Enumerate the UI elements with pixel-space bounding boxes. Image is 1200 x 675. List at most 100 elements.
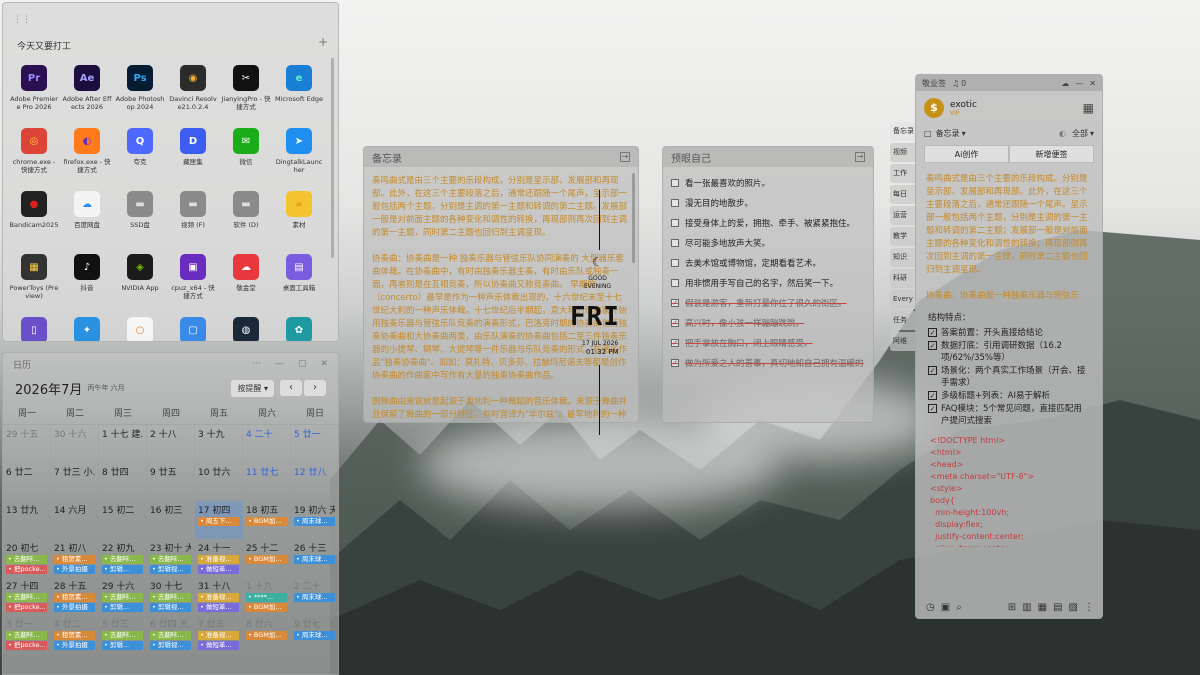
- side-tab[interactable]: 科研: [890, 269, 916, 288]
- side-tab[interactable]: 工作: [890, 164, 916, 183]
- avatar[interactable]: $: [924, 98, 944, 118]
- side-tab[interactable]: 任务: [890, 311, 916, 330]
- close-icon[interactable]: ✕: [320, 359, 328, 369]
- side-tab[interactable]: 每日: [890, 185, 916, 204]
- calendar-event[interactable]: • 做短革...: [198, 565, 239, 574]
- todo-item[interactable]: ✓ 高兴时，像小孩一样蹦蹦跳跳。: [671, 313, 865, 333]
- expand-icon[interactable]: →: [855, 152, 865, 162]
- calendar-event[interactable]: • 把pocke...: [6, 641, 47, 650]
- calendar-event[interactable]: • 剪辑...: [102, 603, 143, 612]
- calendar-event[interactable]: • 去翻咔...: [150, 593, 191, 602]
- app-shortcut[interactable]: ♪ 抖音: [62, 254, 112, 309]
- calendar-event[interactable]: • BGM加...: [246, 631, 287, 640]
- calendar-day-cell[interactable]: 16 初三: [147, 501, 195, 539]
- calendar-event[interactable]: • 剪辑...: [102, 565, 143, 574]
- todo-item[interactable]: 去美术馆或博物馆，定期看看艺术。: [671, 253, 865, 273]
- calendar-day-cell[interactable]: 9 廿七 • 周末球...: [291, 615, 338, 653]
- launcher-handle-icon[interactable]: ⋮⋮: [13, 15, 31, 25]
- calendar-event[interactable]: • 剪辑视...: [150, 603, 191, 612]
- calendar-event[interactable]: • 做短革...: [198, 641, 239, 650]
- calendar-day-cell[interactable]: 4 二十: [243, 425, 291, 463]
- calendar-event[interactable]: • BGM加...: [246, 555, 287, 564]
- calendar-event[interactable]: • 去翻咔...: [6, 631, 47, 640]
- calendar-day-cell[interactable]: 23 初十 大...• 去翻咔...• 剪辑视...: [147, 539, 195, 577]
- side-tab[interactable]: 备忘录: [890, 122, 916, 141]
- app-shortcut[interactable]: ▯: [9, 317, 59, 341]
- side-tab[interactable]: 阿维: [890, 332, 916, 351]
- calendar-event[interactable]: • BGM加...: [246, 517, 287, 526]
- week-icon[interactable]: ▥: [1022, 602, 1031, 613]
- more-icon[interactable]: ⋮: [1084, 602, 1094, 613]
- calendar-event[interactable]: • 去翻咔...: [150, 555, 191, 564]
- more-icon[interactable]: ···: [252, 359, 261, 369]
- todo-item[interactable]: 看一张最喜欢的照片。: [671, 173, 865, 193]
- calendar-day-cell[interactable]: 7 廿三 小...: [51, 463, 99, 501]
- calendar-icon[interactable]: ▦: [1083, 101, 1094, 115]
- calendar-event[interactable]: • 租贺素...: [54, 631, 95, 640]
- lock-icon[interactable]: ▤: [1053, 602, 1062, 613]
- app-shortcut[interactable]: ● Bandicam2025: [9, 191, 59, 246]
- calendar-day-cell[interactable]: 5 廿三 • 去翻咔... • 剪辑...: [99, 615, 147, 653]
- add-group-icon[interactable]: +: [318, 35, 328, 49]
- prev-month-button[interactable]: ‹: [280, 380, 302, 396]
- todo-item[interactable]: 漫无目的地散步。: [671, 193, 865, 213]
- calendar-event[interactable]: • 周末球...: [294, 593, 335, 602]
- app-shortcut[interactable]: D 藏匣集: [168, 128, 218, 183]
- calendar-day-cell[interactable]: 30 十七 • 去翻咔... • 剪辑视...: [147, 577, 195, 615]
- app-shortcut[interactable]: ◎ chrome.exe - 快捷方式: [9, 128, 59, 183]
- calendar-day-cell[interactable]: 14 六月: [51, 501, 99, 539]
- todo-item[interactable]: ✓ 做为所爱之人的善事，真切地知自己拥有温暖的: [671, 353, 865, 373]
- month-icon[interactable]: ▦: [1038, 602, 1047, 613]
- calendar-event[interactable]: • 准备视...: [198, 555, 239, 564]
- calendar-view-select[interactable]: 按提醒 ▾: [231, 379, 274, 397]
- app-shortcut[interactable]: ◈ NVIDIA App: [115, 254, 165, 309]
- app-shortcut[interactable]: ☁ 敬金堂: [221, 254, 271, 309]
- todo-checkbox[interactable]: [671, 199, 679, 207]
- todo-checkbox[interactable]: [671, 279, 679, 287]
- calendar-day-cell[interactable]: 29 十六 • 去翻咔... • 剪辑...: [99, 577, 147, 615]
- calendar-day-cell[interactable]: 15 初二: [99, 501, 147, 539]
- calendar-event[interactable]: • 租贺素...: [54, 593, 95, 602]
- calendar-day-cell[interactable]: 1 十九 • ****... • BGM加...: [243, 577, 291, 615]
- calendar-day-cell[interactable]: 19 初六 天...• 周末球...: [291, 501, 338, 539]
- calendar-event[interactable]: • 去翻咔...: [6, 555, 47, 564]
- app-shortcut[interactable]: ✿: [274, 317, 324, 341]
- calendar-day-cell[interactable]: 26 十三 • 周末球...: [291, 539, 338, 577]
- calendar-day-cell[interactable]: 18 初五 • BGM加...: [243, 501, 291, 539]
- calendar-day-cell[interactable]: 9 廿五: [147, 463, 195, 501]
- app-shortcut[interactable]: ▢: [168, 317, 218, 341]
- side-tab[interactable]: 知识: [890, 248, 916, 267]
- note-orange[interactable]: 奏鸣曲式是由三个主要的乐段构成。分别是呈示部、发展部和再现部。此外，在这三个主要…: [916, 167, 1102, 307]
- calendar-day-cell[interactable]: 8 廿四: [99, 463, 147, 501]
- ai-create-button[interactable]: Ai创作: [924, 145, 1009, 163]
- side-tab[interactable]: 视频: [890, 143, 916, 162]
- app-shortcut[interactable]: ▦ PowerToys (Preview): [9, 254, 59, 309]
- todo-item[interactable]: 接受身体上的爱，拥抱、牵手、被紧紧抱住。: [671, 213, 865, 233]
- todo-checkbox[interactable]: [671, 239, 679, 247]
- calendar-event[interactable]: • ****...: [246, 593, 287, 602]
- clock-icon[interactable]: ◷: [926, 602, 935, 613]
- calendar-event[interactable]: • BGM加...: [246, 603, 287, 612]
- calendar-event[interactable]: • 外景拍摄: [54, 641, 95, 650]
- todo-item[interactable]: 尽可能多地放声大笑。: [671, 233, 865, 253]
- side-tab[interactable]: 教学: [890, 227, 916, 246]
- bell-icon[interactable]: ♫: [952, 79, 959, 88]
- app-shortcut[interactable]: ◐ firefox.exe - 快捷方式: [62, 128, 112, 183]
- minimize-icon[interactable]: —: [1075, 79, 1083, 88]
- minimize-icon[interactable]: —: [275, 359, 284, 369]
- calendar-day-cell[interactable]: 2 十八: [147, 425, 195, 463]
- calendar-day-cell[interactable]: 20 初七 • 去翻咔... • 把pocke...: [3, 539, 51, 577]
- calendar-day-cell[interactable]: 21 初八 • 租贺素... • 外景拍摄: [51, 539, 99, 577]
- calendar-event[interactable]: • 租贺素...: [54, 555, 95, 564]
- calendar-event[interactable]: • 把pocke...: [6, 603, 47, 612]
- calendar-day-cell[interactable]: 3 廿一 • 去翻咔... • 把pocke...: [3, 615, 51, 653]
- todo-item[interactable]: ✓ 假装是游客，重新打量你住了很久的街区。: [671, 293, 865, 313]
- calendar-day-cell[interactable]: 24 十一 • 准备视... • 做短革...: [195, 539, 243, 577]
- calendar-event[interactable]: • 剪辑视...: [150, 565, 191, 574]
- calendar-event[interactable]: • 做短革...: [198, 603, 239, 612]
- note-structure[interactable]: 结构特点： ✓ 答案前置：开头直接给结论 ✓ 数据打底：引用调研数据（16.2项/62…: [916, 307, 1102, 427]
- todo-checkbox[interactable]: [671, 219, 679, 227]
- calendar-day-cell[interactable]: 4 廿二 • 租贺素... • 外景拍摄: [51, 615, 99, 653]
- calendar-day-cell[interactable]: 7 廿五 • 准备视... • 做短革...: [195, 615, 243, 653]
- calendar-day-cell[interactable]: 5 廿一: [291, 425, 338, 463]
